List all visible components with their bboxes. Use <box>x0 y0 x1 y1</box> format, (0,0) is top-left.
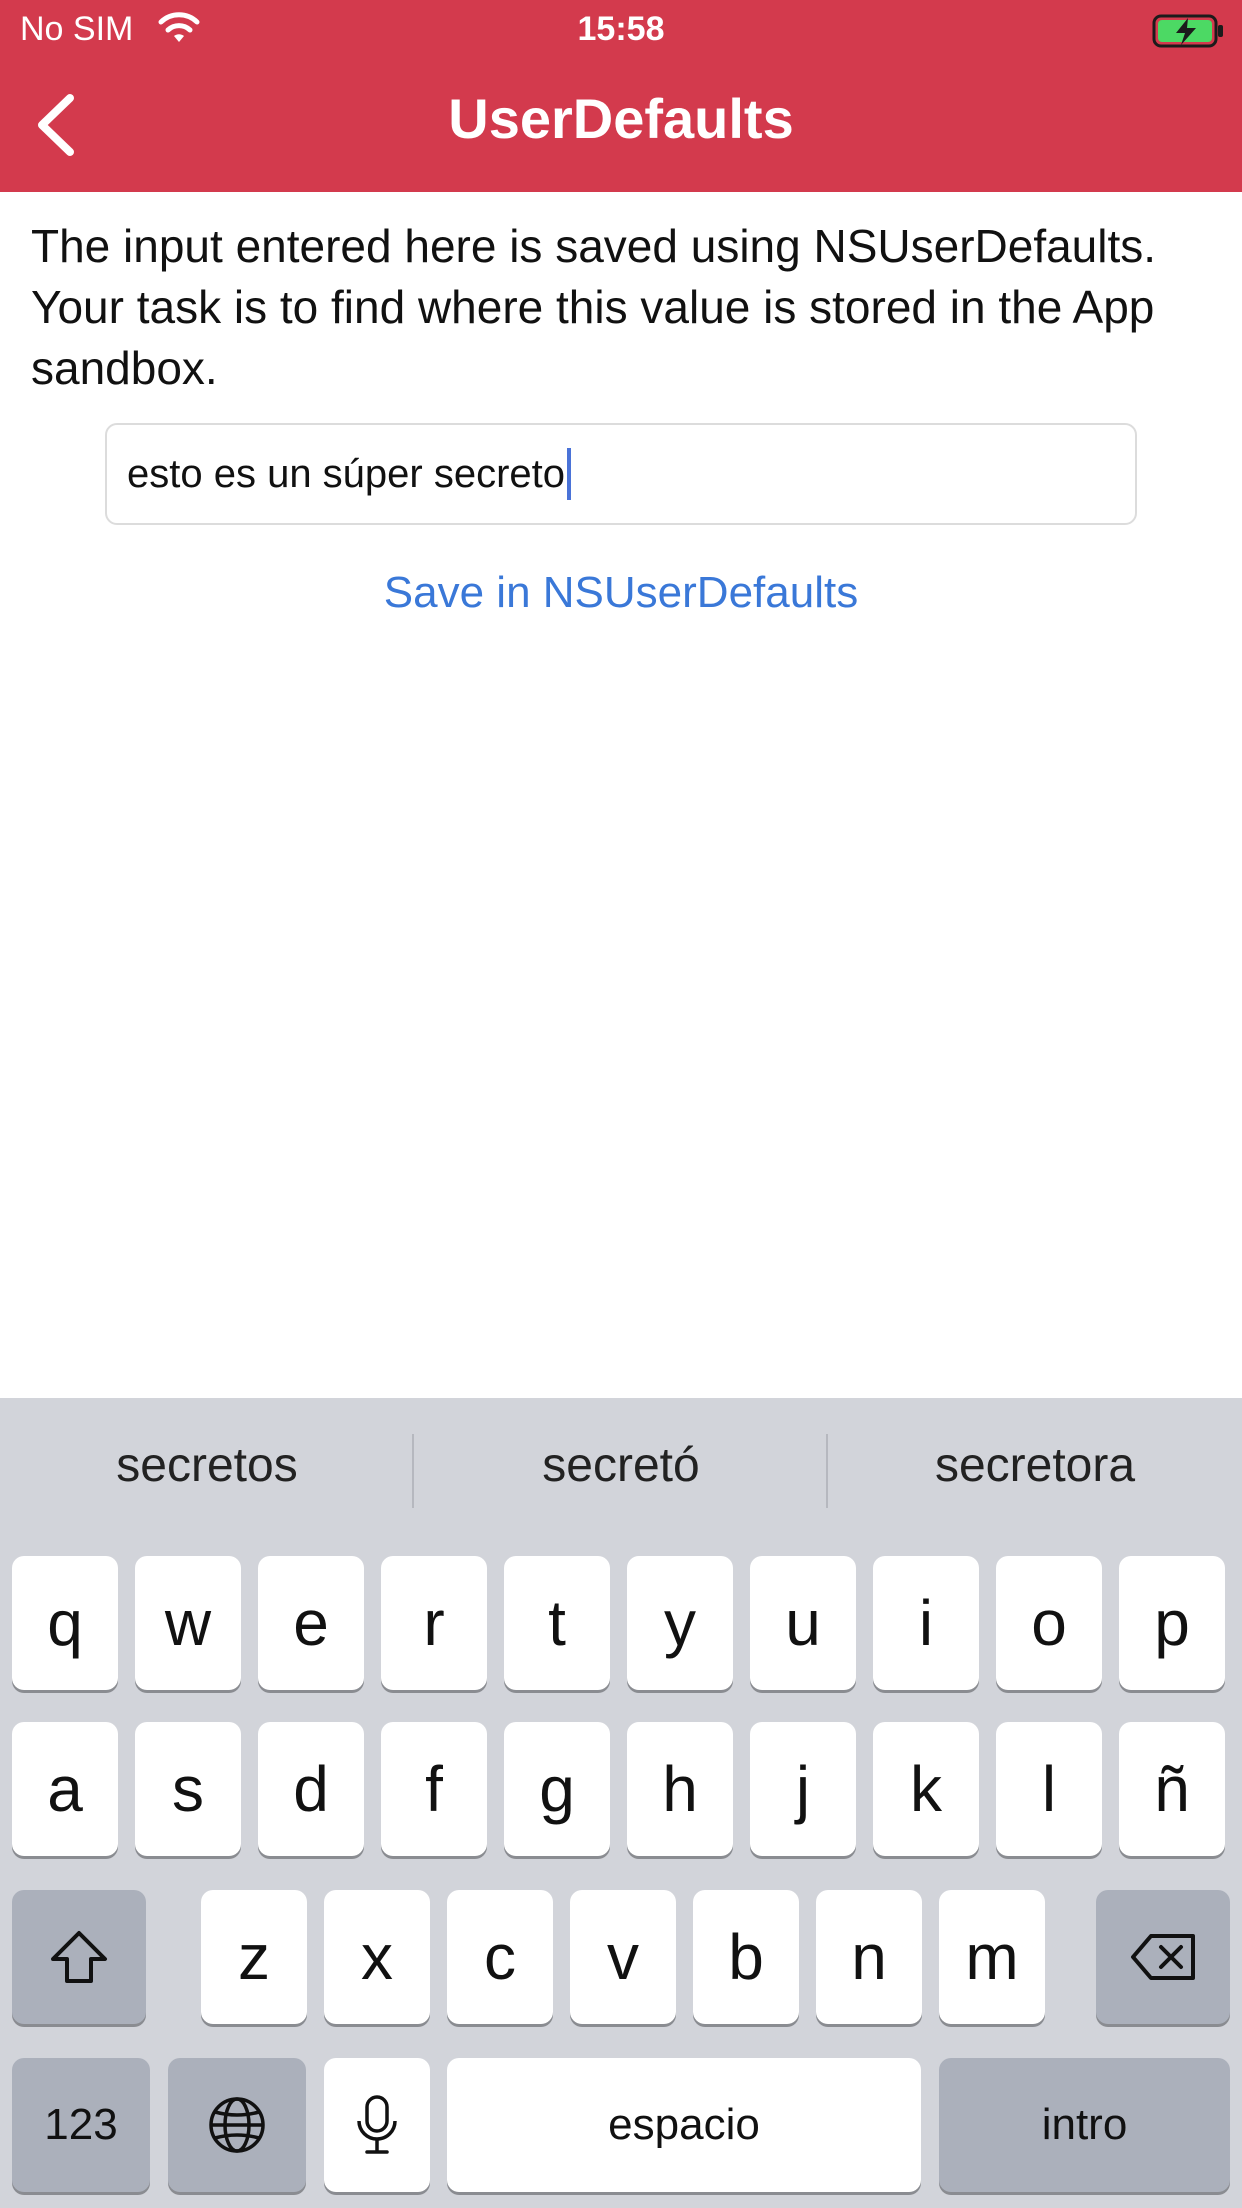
key-w[interactable]: w <box>135 1556 241 1690</box>
status-bar: No SIM 15:58 <box>0 0 1242 62</box>
instructions-text: The input entered here is saved using NS… <box>31 220 1157 394</box>
key-m[interactable]: m <box>939 1890 1045 2024</box>
dictation-key[interactable] <box>324 2058 430 2192</box>
key-z[interactable]: z <box>201 1890 307 2024</box>
secret-input-field[interactable]: esto es un súper secreto <box>105 423 1137 525</box>
delete-key[interactable] <box>1096 1890 1230 2024</box>
key-p[interactable]: p <box>1119 1556 1225 1690</box>
key-b[interactable]: b <box>693 1890 799 2024</box>
key-c[interactable]: c <box>447 1890 553 2024</box>
microphone-icon <box>357 2095 397 2154</box>
key-g[interactable]: g <box>504 1722 610 1856</box>
key-e[interactable]: e <box>258 1556 364 1690</box>
key-t[interactable]: t <box>504 1556 610 1690</box>
key-l[interactable]: l <box>996 1722 1102 1856</box>
key-u[interactable]: u <box>750 1556 856 1690</box>
shift-icon <box>51 1931 107 1983</box>
numbers-key[interactable]: 123 <box>12 2058 150 2192</box>
key-h[interactable]: h <box>627 1722 733 1856</box>
space-key[interactable]: espacio <box>447 2058 921 2192</box>
suggestion-3[interactable]: secretora <box>828 1438 1242 1493</box>
key-y[interactable]: y <box>627 1556 733 1690</box>
key-k[interactable]: k <box>873 1722 979 1856</box>
app-header: No SIM 15:58 UserDefaults <box>0 0 1242 192</box>
suggestion-bar: secretos secretó secretora <box>0 1398 1242 1548</box>
key-v[interactable]: v <box>570 1890 676 2024</box>
page-title: UserDefaults <box>448 87 794 150</box>
battery-charging-icon <box>1152 14 1223 48</box>
status-time: 15:58 <box>577 10 665 48</box>
save-button[interactable]: Save in NSUserDefaults <box>0 568 1242 618</box>
backspace-icon <box>1131 1934 1195 1980</box>
key-r[interactable]: r <box>381 1556 487 1690</box>
key-a[interactable]: a <box>12 1722 118 1856</box>
globe-key[interactable] <box>168 2058 306 2192</box>
key-n-tilde[interactable]: ñ <box>1119 1722 1225 1856</box>
globe-icon <box>209 2097 265 2153</box>
key-s[interactable]: s <box>135 1722 241 1856</box>
key-q[interactable]: q <box>12 1556 118 1690</box>
suggestion-2[interactable]: secretó <box>414 1438 828 1493</box>
return-key[interactable]: intro <box>939 2058 1230 2192</box>
key-i[interactable]: i <box>873 1556 979 1690</box>
suggestion-1[interactable]: secretos <box>0 1438 414 1493</box>
key-n[interactable]: n <box>816 1890 922 2024</box>
navigation-bar: UserDefaults <box>0 62 1242 192</box>
keyboard: secretos secretó secretora q w e r t y u… <box>0 1398 1242 2208</box>
key-o[interactable]: o <box>996 1556 1102 1690</box>
shift-key[interactable] <box>12 1890 146 2024</box>
key-f[interactable]: f <box>381 1722 487 1856</box>
key-x[interactable]: x <box>324 1890 430 2024</box>
input-value: esto es un súper secreto <box>127 451 566 496</box>
text-cursor <box>567 448 572 500</box>
key-j[interactable]: j <box>750 1722 856 1856</box>
key-d[interactable]: d <box>258 1722 364 1856</box>
